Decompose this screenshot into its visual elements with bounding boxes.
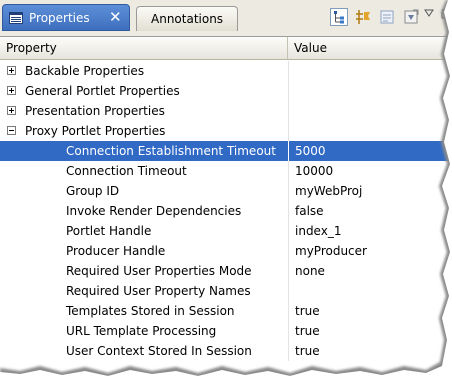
category-label: Backable Properties xyxy=(25,64,145,78)
property-row[interactable]: Required User Property Names xyxy=(0,281,452,301)
close-icon[interactable]: ✕ xyxy=(109,8,122,26)
properties-view: Properties ✕ Annotations Property Value … xyxy=(0,0,452,377)
expand-icon[interactable] xyxy=(7,86,16,95)
property-row[interactable]: Connection Timeout 10000 xyxy=(0,161,452,181)
table-header: Property Value xyxy=(0,37,452,60)
tab-properties[interactable]: Properties ✕ xyxy=(2,4,130,31)
property-value[interactable]: 10000 xyxy=(288,161,452,181)
category-label: Presentation Properties xyxy=(25,104,165,118)
property-value[interactable]: myProducer xyxy=(288,241,452,261)
property-row[interactable]: Producer Handle myProducer xyxy=(0,241,452,261)
filter-button[interactable] xyxy=(402,8,420,26)
property-name: Portlet Handle xyxy=(66,224,152,238)
category-row[interactable]: General Portlet Properties xyxy=(0,81,452,101)
expand-icon[interactable] xyxy=(7,106,16,115)
show-advanced-button[interactable] xyxy=(354,8,372,26)
property-row-selected[interactable]: Connection Establishment Timeout 5000 xyxy=(0,141,452,161)
expand-icon[interactable] xyxy=(7,66,16,75)
value-cell xyxy=(288,81,452,101)
property-row[interactable]: Portlet Handle index_1 xyxy=(0,221,452,241)
property-row[interactable]: Group ID myWebProj xyxy=(0,181,452,201)
category-row[interactable]: Presentation Properties xyxy=(0,101,452,121)
category-row[interactable]: Proxy Portlet Properties xyxy=(0,121,452,141)
minimize-icon[interactable] xyxy=(440,8,452,26)
property-name: Group ID xyxy=(66,184,120,198)
property-value[interactable]: false xyxy=(288,201,452,221)
property-value[interactable]: 5000 xyxy=(288,141,452,161)
property-row[interactable]: Invoke Render Dependencies false xyxy=(0,201,452,221)
filter-icon xyxy=(404,9,419,24)
property-row[interactable]: User Context Stored In Session true xyxy=(0,341,452,361)
show-categories-icon xyxy=(334,11,344,24)
tab-bar: Properties ✕ Annotations xyxy=(0,0,452,37)
properties-icon xyxy=(9,12,23,24)
property-value[interactable]: true xyxy=(288,321,452,341)
tab-annotations-label: Annotations xyxy=(151,12,224,26)
property-name: Connection Timeout xyxy=(66,164,187,178)
property-value[interactable]: true xyxy=(288,301,452,321)
show-categories-button[interactable] xyxy=(330,8,348,26)
column-header-value[interactable]: Value xyxy=(288,37,452,59)
category-label: Proxy Portlet Properties xyxy=(25,124,166,138)
property-value[interactable]: index_1 xyxy=(288,221,452,241)
show-advanced-icon xyxy=(356,10,370,24)
property-name: URL Template Processing xyxy=(66,324,217,338)
property-value[interactable]: true xyxy=(288,341,452,361)
tab-annotations[interactable]: Annotations xyxy=(136,6,238,31)
property-value[interactable] xyxy=(288,281,452,301)
property-row[interactable]: Templates Stored in Session true xyxy=(0,301,452,321)
property-value[interactable]: none xyxy=(288,261,452,281)
property-name: Required User Property Names xyxy=(66,284,251,298)
column-header-property[interactable]: Property xyxy=(0,37,288,59)
value-cell xyxy=(288,101,452,121)
property-name: User Context Stored In Session xyxy=(66,344,252,358)
restore-default-button[interactable] xyxy=(378,8,396,26)
property-row[interactable]: URL Template Processing true xyxy=(0,321,452,341)
property-name: Templates Stored in Session xyxy=(66,304,235,318)
collapse-icon[interactable] xyxy=(7,126,16,135)
tab-properties-label: Properties xyxy=(29,11,90,25)
property-name: Required User Properties Mode xyxy=(66,264,252,278)
category-label: General Portlet Properties xyxy=(25,84,180,98)
value-cell xyxy=(288,61,452,81)
category-row[interactable]: Backable Properties xyxy=(0,61,452,81)
property-name: Invoke Render Dependencies xyxy=(66,204,242,218)
property-value[interactable]: myWebProj xyxy=(288,181,452,201)
property-row[interactable]: Required User Properties Mode none xyxy=(0,261,452,281)
restore-default-icon xyxy=(380,10,394,24)
property-name: Producer Handle xyxy=(66,244,166,258)
property-tree: Backable Properties General Portlet Prop… xyxy=(0,61,452,361)
view-menu-icon[interactable] xyxy=(424,9,438,19)
value-cell xyxy=(288,121,452,141)
property-name: Connection Establishment Timeout xyxy=(66,144,276,158)
